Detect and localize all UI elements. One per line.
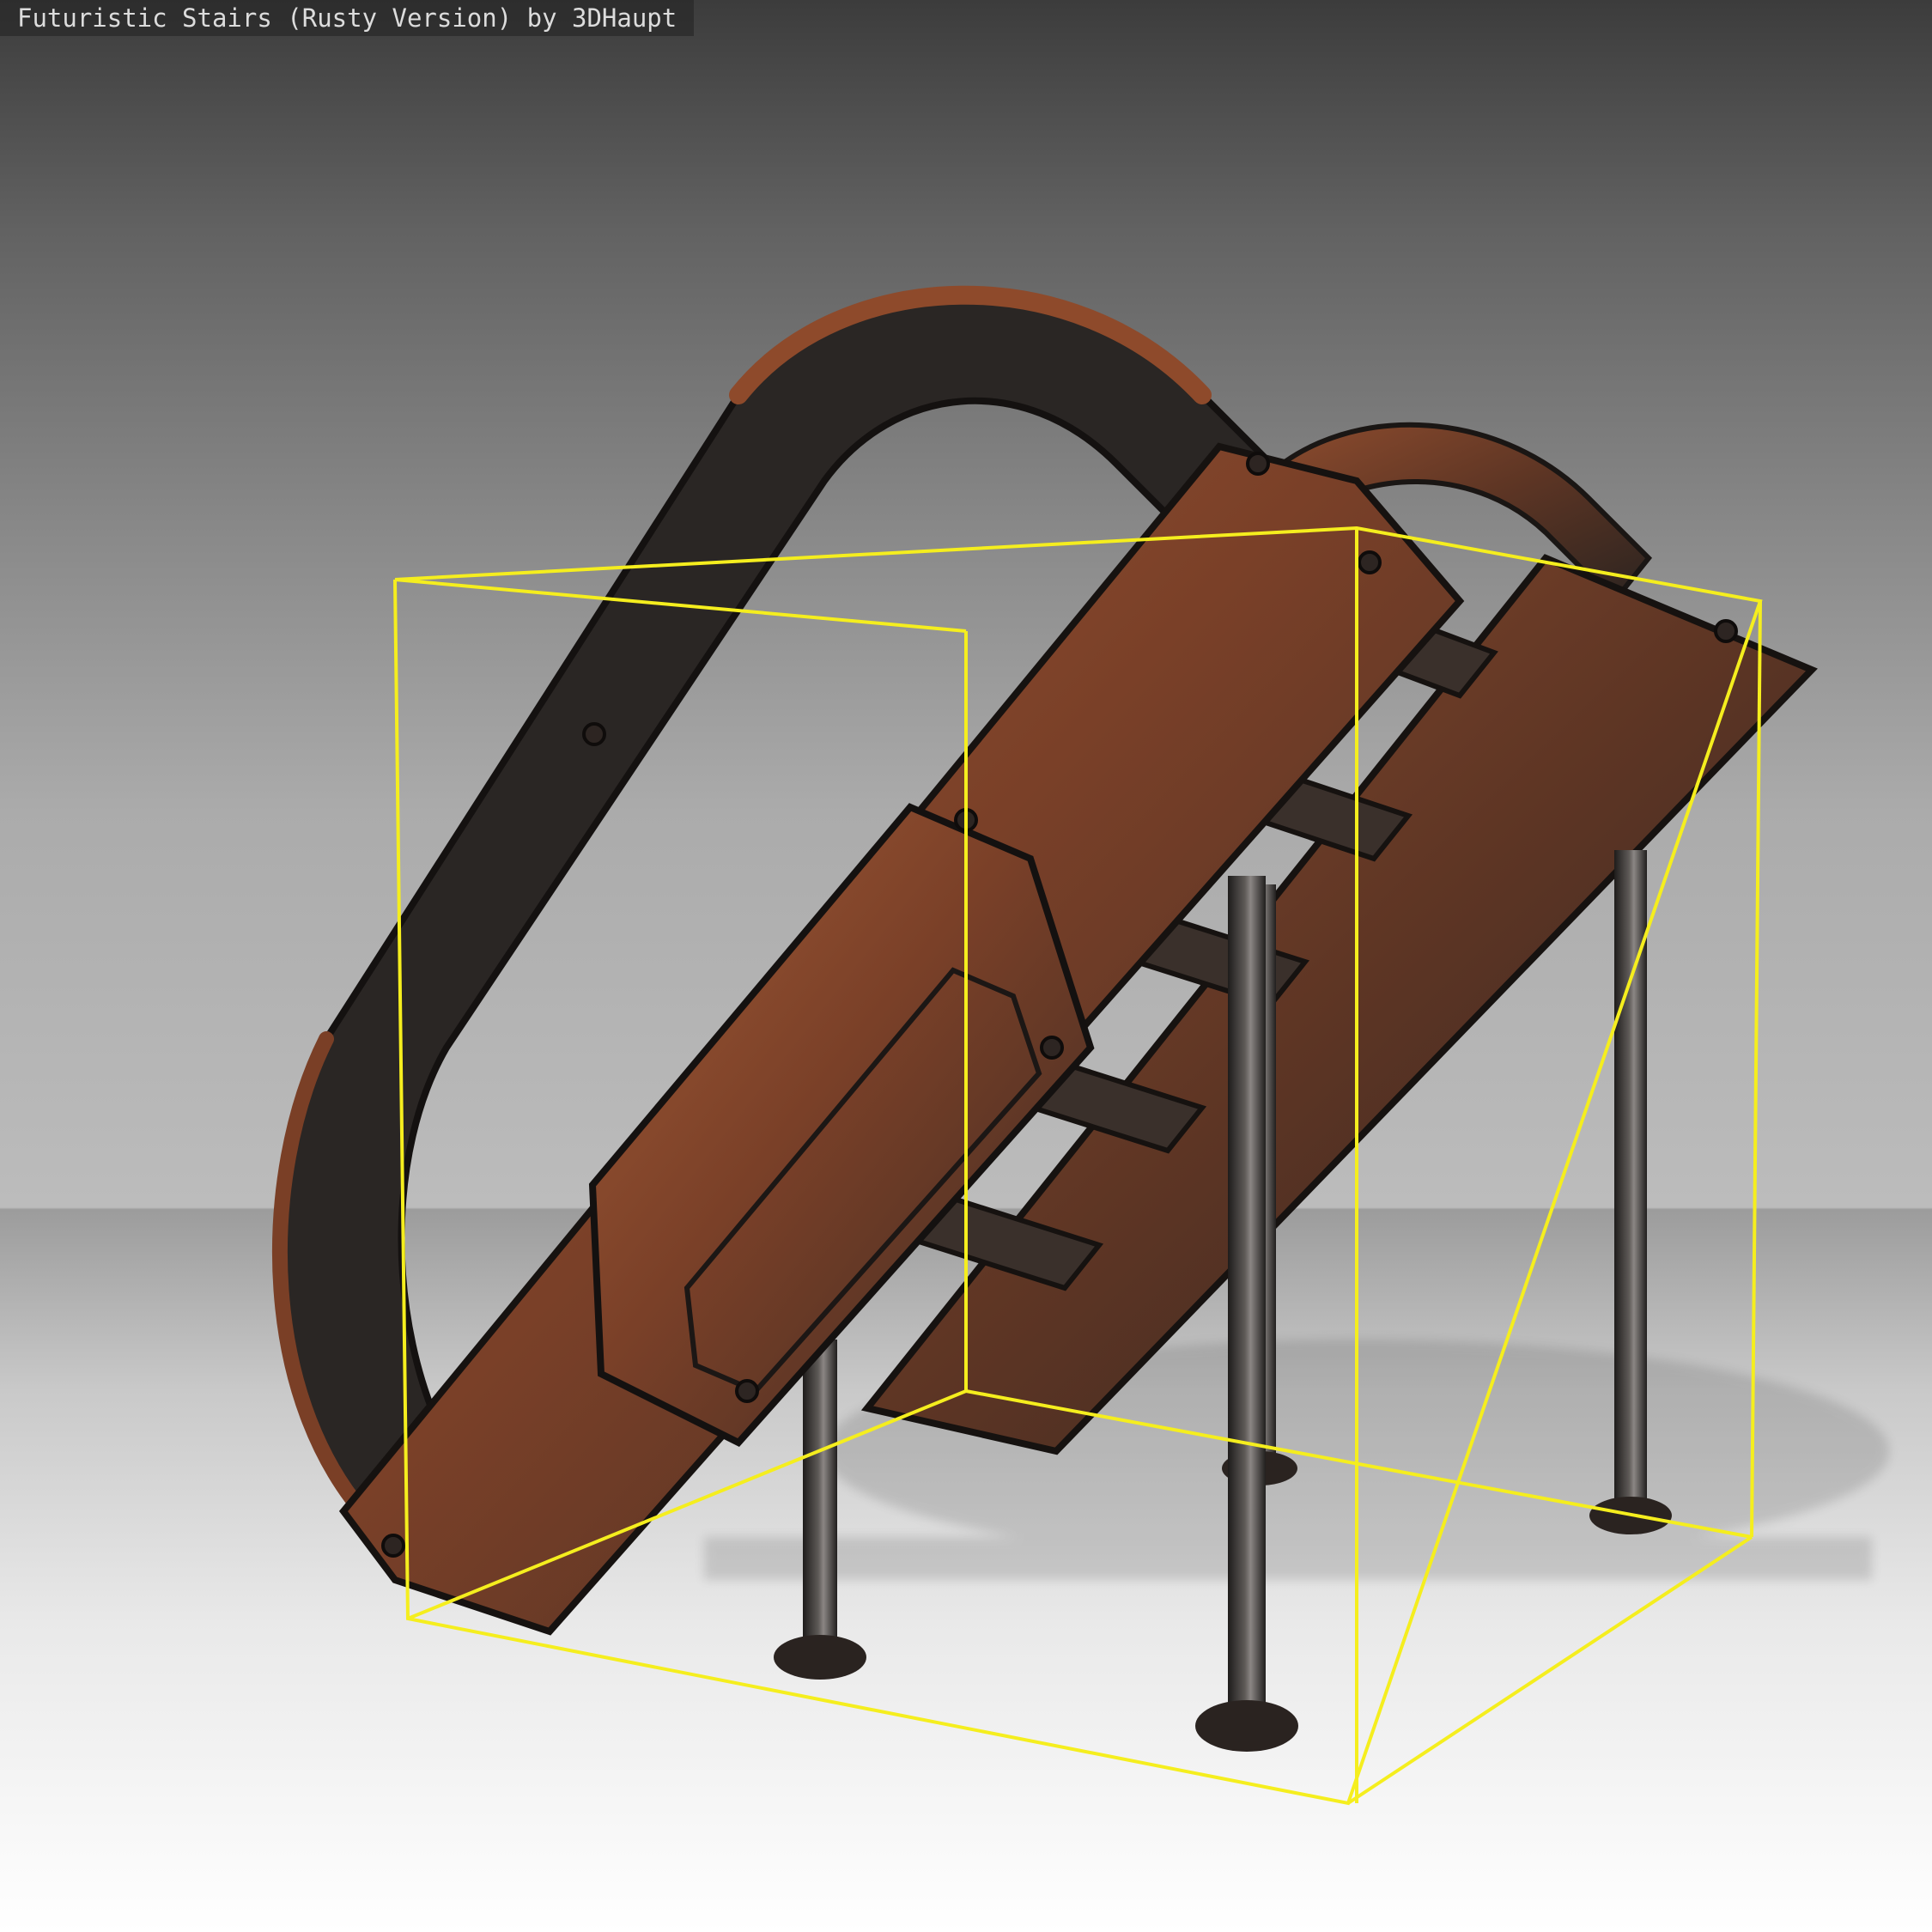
3d-viewport[interactable]: Futuristic Stairs (Rusty Version) by 3DH… bbox=[0, 0, 1932, 1932]
pole-foot-front-left bbox=[774, 1635, 866, 1680]
pole-front-left bbox=[803, 1340, 837, 1657]
pole-front-right bbox=[1228, 876, 1266, 1726]
pole-foot-front-right bbox=[1195, 1700, 1298, 1752]
model-title-label: Futuristic Stairs (Rusty Version) by 3DH… bbox=[0, 0, 695, 36]
floor-shadow bbox=[704, 1340, 1889, 1580]
model-render[interactable] bbox=[0, 0, 1932, 1932]
